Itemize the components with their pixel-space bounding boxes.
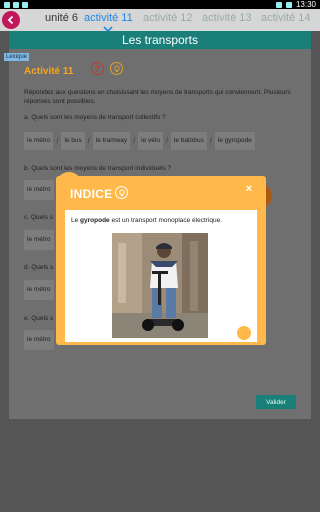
separator: / [133,137,136,145]
hint-button[interactable] [110,62,123,75]
separator: / [165,137,168,145]
option-bus[interactable]: le bus [61,132,85,150]
separator: / [87,137,90,145]
tab-activite-13[interactable]: activité 13 [202,12,252,24]
modal-body: Le gyropode est un transport monoplace é… [65,210,257,342]
modal-title: INDICE [70,187,113,201]
separator: / [209,137,212,145]
option-velo[interactable]: le vélo [138,132,163,150]
answer-options: le métro / le bus / le tramway / le vélo… [24,132,255,150]
option-gyropode[interactable]: le gyropode [214,132,255,150]
question-c: c. Quels s [24,214,53,221]
question-d: d. Quels s [24,264,54,271]
option-metro[interactable]: le métro [24,132,54,150]
lightbulb-icon [113,65,120,72]
activity-title: Activité 11 [24,66,74,77]
answer-slot-d[interactable]: le métro [24,280,54,300]
help-button[interactable]: ? [91,62,104,75]
question-e: e. Quels s [24,315,54,322]
instructions: Répondez aux questions en choisissant le… [24,89,291,105]
download-icon [13,1,19,8]
option-batobus[interactable]: le batobus [170,132,207,150]
hint-text-before: Le [71,217,81,224]
hint-modal: INDICE × Le gyropode est un transport mo… [56,176,266,345]
decor-circle [237,326,251,340]
wifi-icon [275,1,282,8]
answer-slot-e[interactable]: le métro [24,330,54,350]
question-a: a. Quels sont les moyens de transport co… [24,114,166,121]
tab-activite-11[interactable]: activité 11 [84,12,133,24]
battery-icon [285,1,292,8]
tab-activite-14[interactable]: activité 14 [261,12,311,24]
header-bar: unité 6 activité 11 activité 12 activité… [0,9,320,31]
app-icon [22,1,28,8]
status-bar: 13:30 [0,0,320,9]
option-tramway[interactable]: le tramway [92,132,131,150]
back-arrow-icon [7,15,14,25]
validate-button[interactable]: Valider [256,395,296,409]
status-notifications [4,1,28,8]
hint-text-after: est un transport monoplace électrique. [109,217,223,224]
answer-slot-c[interactable]: le métro [24,230,54,250]
gyropode-photo [112,233,208,338]
clock: 13:30 [295,0,316,9]
hint-keyword: gyropode [80,217,110,224]
question-b: b. Quels sont les moyens de transport in… [24,165,172,172]
status-system: 13:30 [275,0,316,9]
modal-lightbulb [115,186,128,199]
tab-activite-12[interactable]: activité 12 [143,12,193,24]
answer-slot-b[interactable]: le métro [24,180,54,200]
lexique-button[interactable]: Lexique [4,53,30,61]
hint-text: Le gyropode est un transport monoplace é… [71,217,222,224]
unit-label: unité 6 [45,12,79,24]
back-button[interactable] [2,11,20,29]
separator: / [56,137,59,145]
close-icon[interactable]: × [243,183,255,195]
gyropode-photo-image [112,233,208,338]
page-title: Les transports [9,31,311,49]
lightbulb-icon [118,189,125,196]
notification-icon [4,1,10,8]
